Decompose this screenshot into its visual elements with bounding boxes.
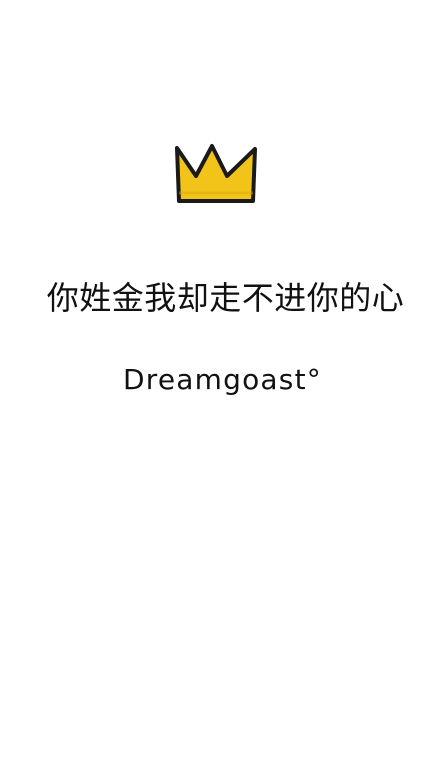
headline-text: 你姓金我却走不进你的心 (46, 279, 405, 317)
crown-icon (175, 144, 257, 203)
signature-text: Dreamgoast° (123, 363, 322, 396)
